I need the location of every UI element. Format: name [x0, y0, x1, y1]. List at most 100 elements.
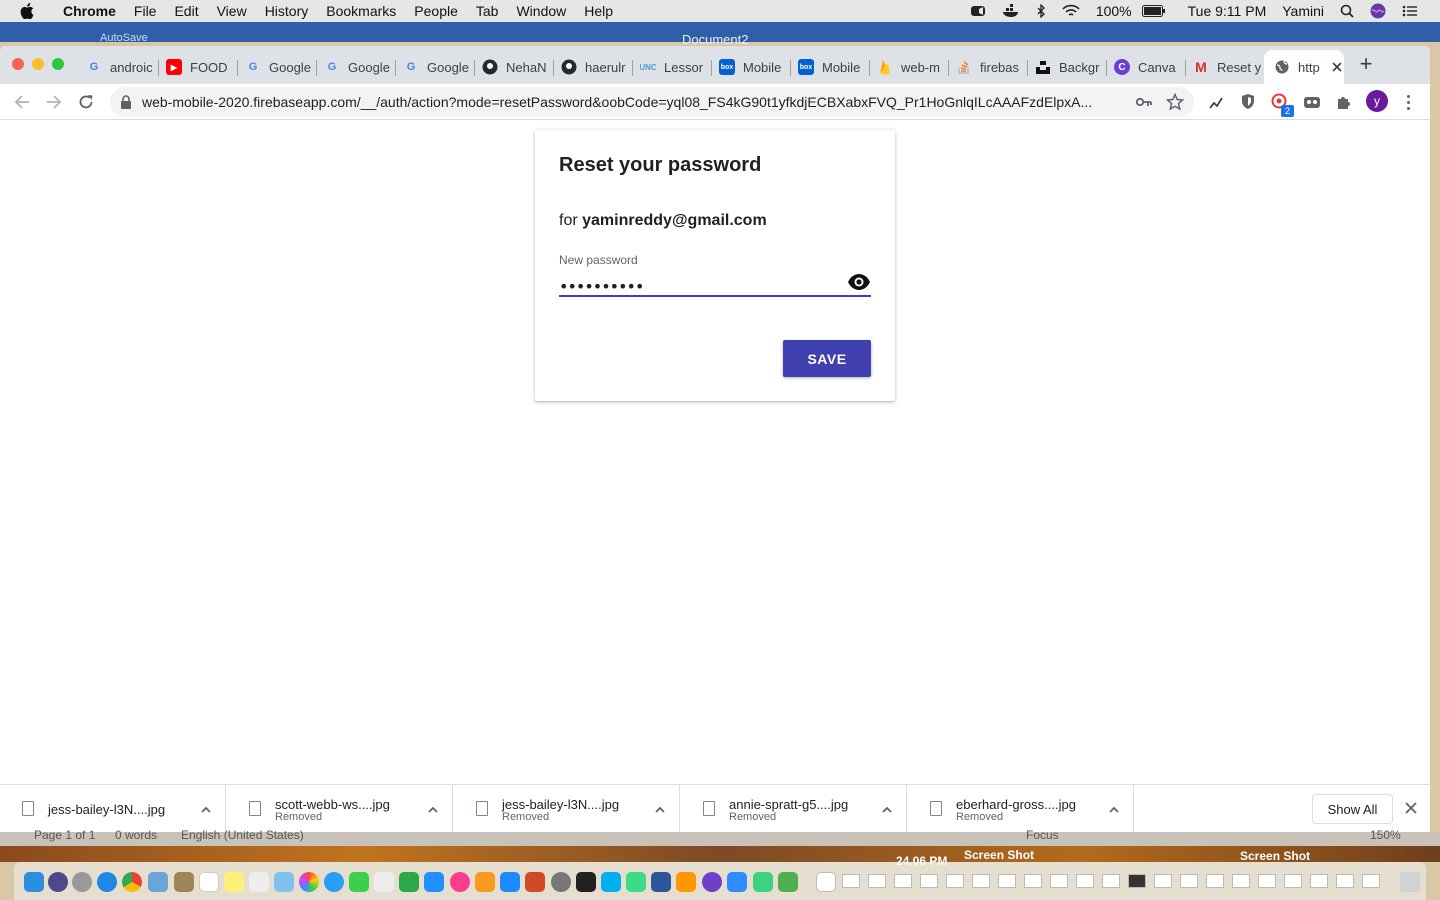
photos-icon[interactable]: [299, 872, 319, 892]
facetime-icon[interactable]: [349, 872, 369, 892]
menu-view[interactable]: View: [208, 3, 256, 19]
books-icon[interactable]: [475, 872, 495, 892]
tab-google-1[interactable]: G Google: [245, 54, 315, 80]
bookmark-star-icon[interactable]: [1165, 92, 1185, 116]
reminders-icon[interactable]: [249, 872, 269, 892]
terminal-icon[interactable]: [576, 872, 596, 892]
bluetooth-icon[interactable]: [1028, 4, 1054, 18]
window-thumbnail[interactable]: [1258, 874, 1276, 888]
download-item[interactable]: jess-bailey-l3N....jpg: [0, 785, 226, 832]
window-thumbnail[interactable]: [1076, 874, 1094, 888]
window-thumbnail[interactable]: [1310, 874, 1328, 888]
chevron-up-icon[interactable]: [654, 803, 666, 815]
window-thumbnail[interactable]: [1154, 874, 1172, 888]
music-icon[interactable]: [450, 872, 470, 892]
close-window-button[interactable]: [12, 58, 24, 70]
extension-ghost-icon[interactable]: [1303, 93, 1321, 111]
contacts-icon[interactable]: [174, 872, 194, 892]
app-store-icon[interactable]: [500, 872, 520, 892]
back-icon[interactable]: [12, 92, 32, 112]
spotlight-icon[interactable]: [1332, 4, 1362, 18]
tab-androic[interactable]: G androic: [86, 54, 156, 80]
new-password-input[interactable]: [559, 275, 849, 297]
profile-avatar[interactable]: y: [1366, 90, 1388, 112]
calendar-icon[interactable]: [199, 872, 219, 892]
window-thumbnail[interactable]: [1336, 874, 1354, 888]
desktop-file-label[interactable]: Screen Shot: [1240, 849, 1310, 863]
menu-history[interactable]: History: [256, 3, 318, 19]
safari-icon[interactable]: [97, 872, 117, 892]
notification-center-icon[interactable]: [1394, 5, 1426, 17]
menu-people[interactable]: People: [405, 3, 467, 19]
numbers-icon[interactable]: [399, 872, 419, 892]
window-thumbnail[interactable]: [1232, 874, 1250, 888]
launchpad-icon[interactable]: [48, 872, 68, 892]
window-thumbnail[interactable]: [842, 874, 860, 888]
github-desktop-icon[interactable]: [702, 872, 722, 892]
battery-percent[interactable]: 100%: [1088, 3, 1140, 19]
android-studio-icon[interactable]: [626, 872, 646, 892]
notes-icon[interactable]: [224, 872, 244, 892]
chevron-up-icon[interactable]: [881, 803, 893, 815]
tab-canva[interactable]: C Canva: [1114, 54, 1184, 80]
window-thumbnail[interactable]: [1102, 874, 1120, 888]
window-thumbnail[interactable]: [894, 874, 912, 888]
messages-icon[interactable]: [324, 872, 344, 892]
desktop-file-label[interactable]: Screen Shot: [964, 848, 1034, 862]
forward-icon[interactable]: [44, 92, 64, 112]
window-thumbnail[interactable]: [1180, 874, 1198, 888]
tab-nehan[interactable]: NehaN: [482, 54, 552, 80]
tab-food[interactable]: ▶ FOOD: [166, 54, 236, 80]
skype-icon[interactable]: [601, 872, 621, 892]
chrome-menu-icon[interactable]: [1400, 93, 1416, 111]
tab-firebas[interactable]: firebas: [956, 54, 1026, 80]
tab-mobile-1[interactable]: box Mobile: [719, 54, 789, 80]
menu-tab[interactable]: Tab: [467, 3, 508, 19]
reload-icon[interactable]: [76, 92, 96, 112]
finder-icon[interactable]: [24, 872, 44, 892]
zoom-app-icon[interactable]: [727, 872, 747, 892]
download-item[interactable]: annie-spratt-g5....jpg Removed: [681, 785, 907, 832]
chrome-icon[interactable]: [122, 872, 142, 892]
preview-icon[interactable]: [148, 872, 168, 892]
download-item[interactable]: eberhard-gross....jpg Removed: [908, 785, 1134, 832]
window-thumbnail[interactable]: [972, 874, 990, 888]
lock-icon[interactable]: [120, 95, 132, 114]
zoom-icon[interactable]: [962, 4, 994, 18]
tab-reset[interactable]: M Reset y: [1193, 54, 1263, 80]
window-thumbnail[interactable]: [920, 874, 938, 888]
android-emulator-icon[interactable]: [753, 872, 773, 892]
system-preferences-icon[interactable]: [551, 872, 571, 892]
new-tab-icon[interactable]: +: [1355, 53, 1377, 76]
window-thumbnail[interactable]: [1128, 874, 1146, 888]
clock[interactable]: Tue 9:11 PM: [1174, 3, 1275, 19]
menu-edit[interactable]: Edit: [165, 3, 207, 19]
battery-icon[interactable]: [1140, 5, 1174, 17]
download-item[interactable]: scott-webb-ws....jpg Removed: [227, 785, 453, 832]
window-thumbnail[interactable]: [1284, 874, 1302, 888]
menu-bookmarks[interactable]: Bookmarks: [317, 3, 405, 19]
tab-haerulr[interactable]: haerulr: [561, 54, 631, 80]
save-button[interactable]: SAVE: [783, 340, 871, 377]
sublime-icon[interactable]: [676, 872, 696, 892]
show-password-eye-icon[interactable]: [847, 273, 871, 291]
window-thumbnail[interactable]: [1362, 874, 1380, 888]
siri-icon[interactable]: [1362, 3, 1394, 19]
key-icon[interactable]: [1135, 95, 1152, 114]
trash-icon[interactable]: [1400, 872, 1420, 892]
menu-file[interactable]: File: [125, 3, 166, 19]
minimize-window-button[interactable]: [32, 58, 44, 70]
word-icon[interactable]: [651, 872, 671, 892]
download-item[interactable]: jess-bailey-l3N....jpg Removed: [454, 785, 680, 832]
url-text[interactable]: web-mobile-2020.firebaseapp.com/__/auth/…: [142, 94, 1122, 110]
tab-google-3[interactable]: G Google: [403, 54, 473, 80]
tab-web-m[interactable]: web-m: [877, 54, 947, 80]
menu-help[interactable]: Help: [575, 3, 622, 19]
android-emulator-2-icon[interactable]: [778, 872, 798, 892]
menu-app-name[interactable]: Chrome: [54, 3, 125, 19]
freeform-icon[interactable]: [374, 872, 394, 892]
maps-icon[interactable]: [274, 872, 294, 892]
zoom-window-button[interactable]: [52, 58, 64, 70]
document-thumbnail-icon[interactable]: [816, 872, 836, 892]
menu-window[interactable]: Window: [507, 3, 575, 19]
